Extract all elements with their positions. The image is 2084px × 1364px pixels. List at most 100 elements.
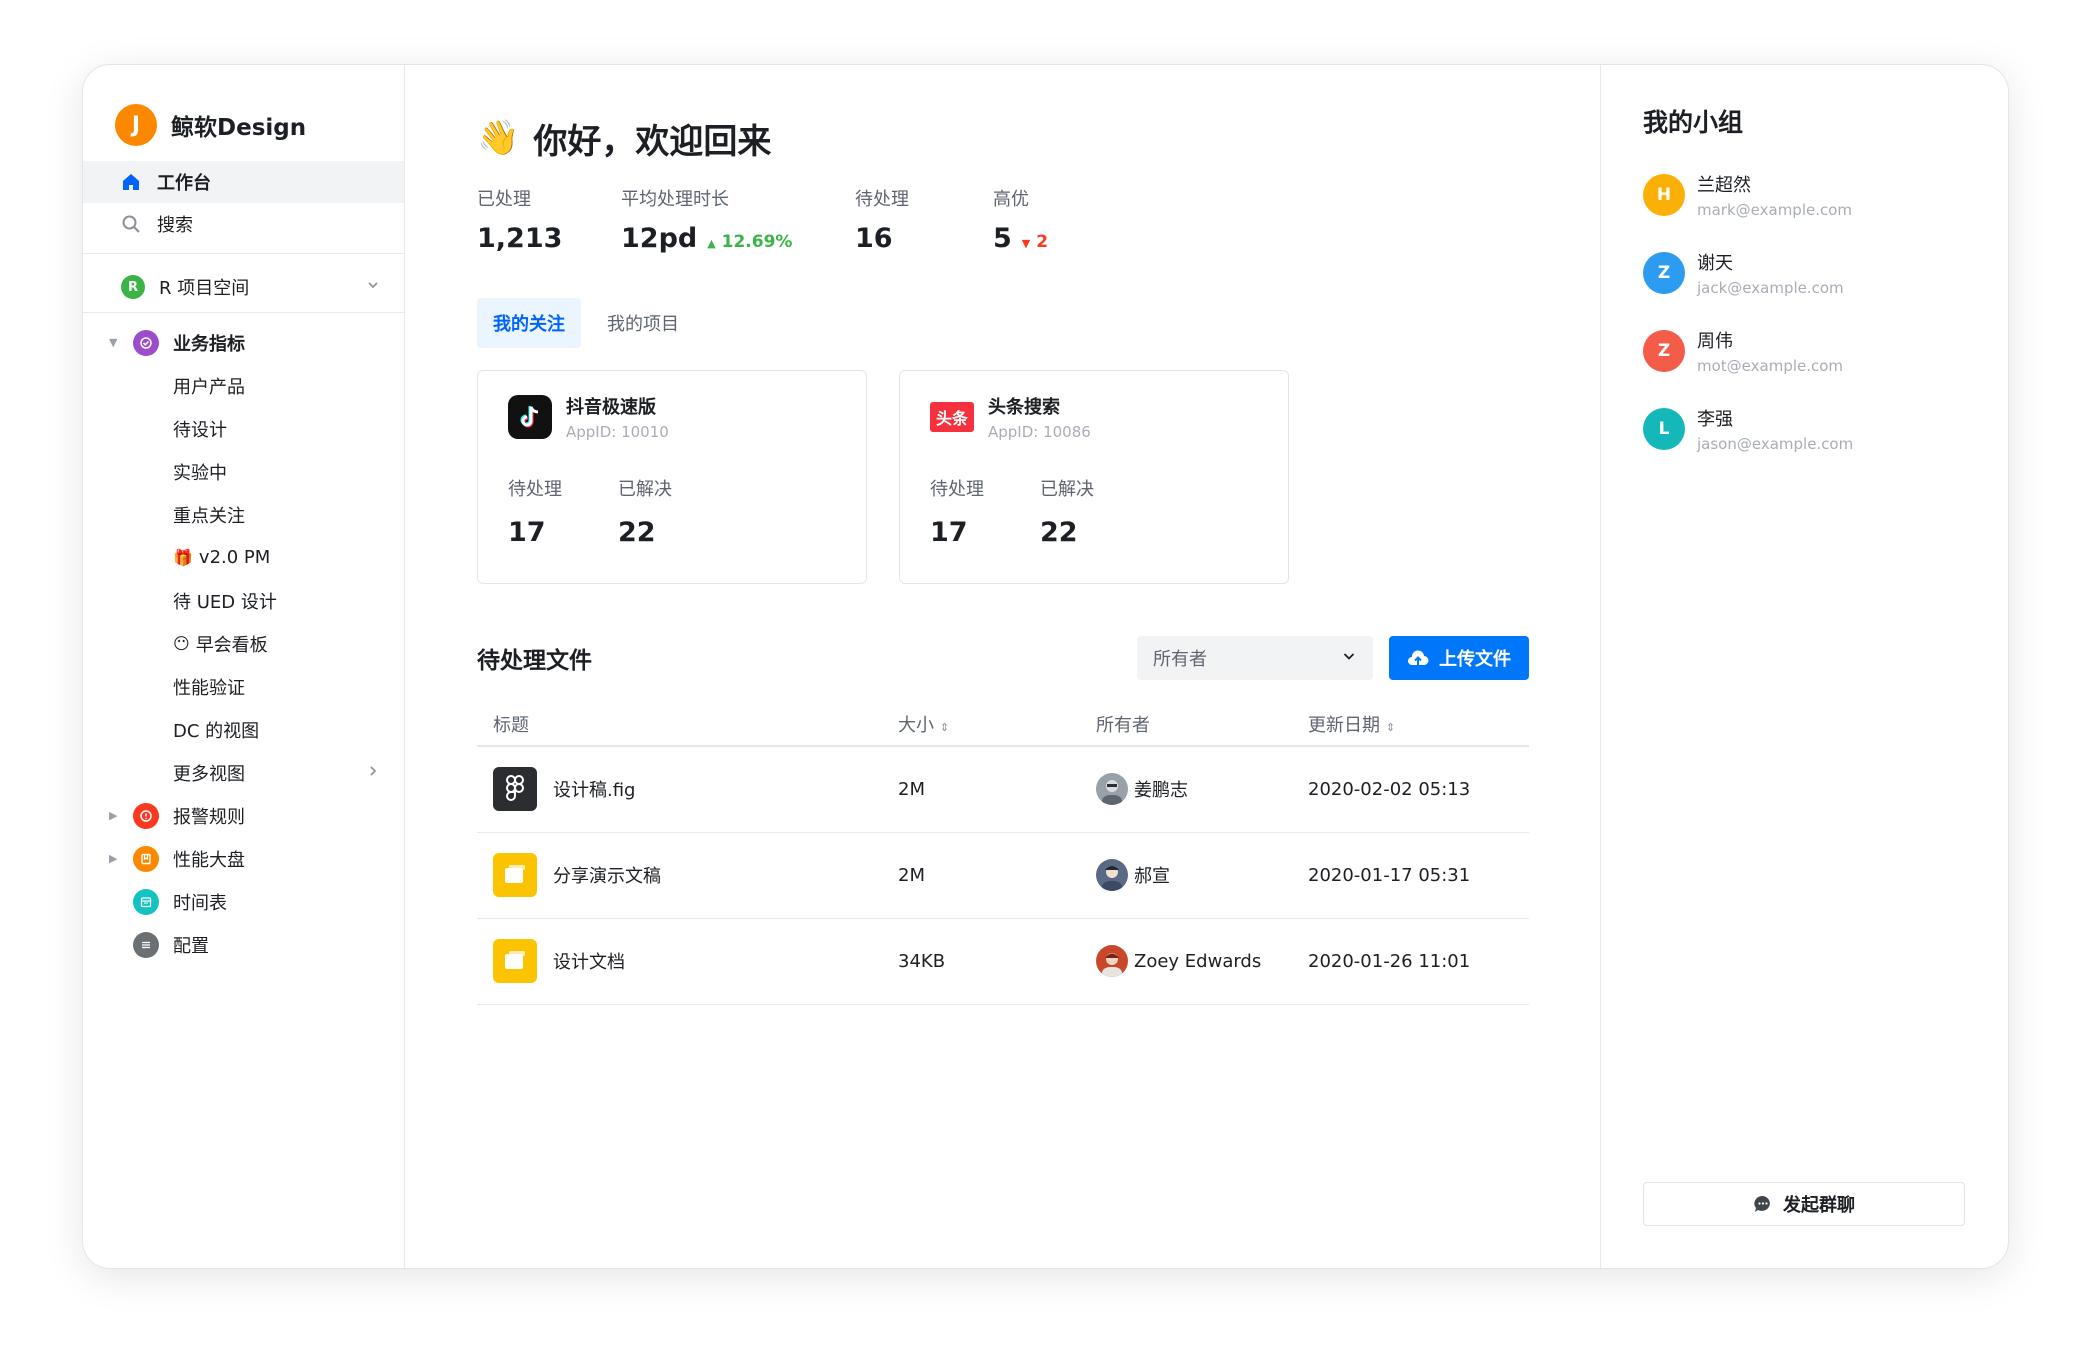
- sub-item-perf-verify[interactable]: 性能验证: [83, 665, 404, 708]
- figma-file-icon: [493, 767, 537, 812]
- avatar: Z: [1643, 330, 1685, 372]
- delta-value: 12.69%: [721, 232, 793, 252]
- stats-row: 已处理 1,213 平均处理时长 12pd ▲ 12.69% 待处理 16 高优…: [477, 185, 1600, 254]
- sub-item-dc-view[interactable]: DC 的视图: [83, 708, 404, 751]
- stat-value: 1,213: [477, 223, 621, 254]
- sub-item-label: 待 UED 设计: [173, 591, 277, 613]
- tab-my-projects[interactable]: 我的项目: [591, 298, 695, 348]
- stat-label: 已处理: [477, 189, 531, 210]
- files-title: 待处理文件: [477, 648, 592, 674]
- sub-item-label: DC 的视图: [173, 720, 260, 742]
- delta-value: 2: [1036, 232, 1049, 252]
- tree-item-dashboard[interactable]: ▶ 性能大盘: [83, 837, 404, 880]
- card-stat-label: 已解决: [1040, 479, 1094, 500]
- table-row[interactable]: 分享演示文稿 2M 郝宣 2020-01-17 05:31: [477, 832, 1529, 919]
- file-date: 2020-02-02 05:13: [1292, 746, 1529, 833]
- stat-label: 待处理: [855, 189, 909, 210]
- stat-pending: 待处理 16: [855, 185, 993, 254]
- tree-item-alerts[interactable]: ▶ 报警规则: [83, 794, 404, 837]
- sub-item-label: 实验中: [173, 462, 227, 484]
- caret-down-icon[interactable]: ▼: [109, 336, 117, 349]
- file-date: 2020-01-26 11:01: [1292, 918, 1529, 1005]
- stat-number: 1,213: [477, 223, 563, 254]
- tree-item-label: 时间表: [173, 892, 227, 914]
- column-header-date[interactable]: 更新日期 ⇕: [1292, 702, 1529, 747]
- sub-item-to-design[interactable]: 待设计: [83, 407, 404, 450]
- tree-item-metrics[interactable]: ▼ 业务指标: [83, 321, 404, 364]
- column-header-size[interactable]: 大小 ⇕: [882, 702, 1080, 747]
- sub-item-label: 用户产品: [173, 376, 245, 398]
- member-item[interactable]: Z 谢天 jack@example.com: [1643, 251, 2008, 297]
- table-row[interactable]: 设计文档 34KB Zoey Edwards 2020-01-26 11:01: [477, 918, 1529, 1005]
- owner-name: 姜鹏志: [1134, 780, 1188, 802]
- file-date: 2020-01-17 05:31: [1292, 832, 1529, 919]
- avatar: L: [1643, 408, 1685, 450]
- sub-item-user-products[interactable]: 用户产品: [83, 364, 404, 407]
- column-header-owner[interactable]: 所有者: [1080, 702, 1292, 747]
- sub-item-more-views[interactable]: 更多视图: [83, 751, 404, 794]
- brand[interactable]: J 鲸软Design: [83, 97, 404, 153]
- app-card-douyin[interactable]: 抖音极速版 AppID: 10010 待处理 17 已解决 22: [477, 370, 867, 584]
- stat-number: 12pd: [621, 223, 698, 254]
- start-group-chat-button[interactable]: 发起群聊: [1643, 1182, 1965, 1226]
- member-item[interactable]: H 兰超然 mark@example.com: [1643, 173, 2008, 219]
- toutiao-logo-icon: 头条: [930, 402, 974, 432]
- avatar: Z: [1643, 252, 1685, 294]
- card-stat-pending: 待处理 17: [930, 475, 984, 548]
- file-size: 34KB: [882, 918, 1080, 1005]
- tree-item-label: 报警规则: [173, 806, 245, 828]
- stat-value: 12pd ▲ 12.69%: [621, 223, 855, 254]
- nav-item-search[interactable]: 搜索: [83, 203, 404, 245]
- card-stat-value: 17: [508, 517, 546, 548]
- member-item[interactable]: L 李强 jason@example.com: [1643, 407, 2008, 453]
- nav-item-label: 搜索: [157, 215, 193, 236]
- stat-number: 5: [993, 223, 1012, 254]
- card-stat-resolved: 已解决 22: [1040, 475, 1094, 548]
- divider: [83, 253, 404, 254]
- tree-item-config[interactable]: 配置: [83, 923, 404, 966]
- member-name: 谢天: [1697, 253, 1733, 274]
- chevron-down-icon: [366, 278, 380, 296]
- tree-item-label: 配置: [173, 935, 209, 957]
- check-circle-icon: [133, 329, 159, 356]
- app-card-toutiao[interactable]: 头条 头条搜索 AppID: 10086 待处理 17 已解决 22: [899, 370, 1289, 584]
- member-email: mark@example.com: [1697, 201, 1853, 219]
- sort-icon[interactable]: ⇕: [940, 721, 949, 734]
- tree-item-label: 性能大盘: [173, 849, 245, 871]
- member-item[interactable]: Z 周伟 mot@example.com: [1643, 329, 2008, 375]
- nav-item-workbench[interactable]: 工作台: [83, 161, 404, 203]
- sub-item-standup-board[interactable]: 😶 早会看板: [83, 622, 404, 665]
- triangle-down-icon: ▼: [1021, 237, 1031, 250]
- bookmark-icon: [133, 845, 159, 872]
- sub-item-focus[interactable]: 重点关注: [83, 493, 404, 536]
- file-size: 2M: [882, 832, 1080, 919]
- caret-right-icon[interactable]: ▶: [109, 809, 117, 822]
- member-name: 李强: [1697, 409, 1733, 430]
- upload-file-button[interactable]: 上传文件: [1389, 636, 1529, 680]
- column-header-title[interactable]: 标题: [477, 702, 882, 747]
- owner-filter-select[interactable]: 所有者: [1137, 636, 1373, 680]
- table-row[interactable]: 设计稿.fig 2M 姜鹏志 2020-02-02 05:13: [477, 746, 1529, 833]
- space-avatar: R: [121, 275, 145, 299]
- stat-high-priority: 高优 5 ▼ 2: [993, 185, 1048, 254]
- sub-item-v2-pm[interactable]: 🎁 v2.0 PM: [83, 536, 404, 579]
- sub-item-experimenting[interactable]: 实验中: [83, 450, 404, 493]
- stat-number: 16: [855, 223, 893, 254]
- sort-icon[interactable]: ⇕: [1386, 721, 1395, 734]
- avatar: [1096, 773, 1128, 806]
- file-size: 2M: [882, 746, 1080, 833]
- space-label: R 项目空间: [159, 278, 250, 299]
- card-stat-value: 22: [1040, 517, 1078, 548]
- project-space-selector[interactable]: R R 项目空间: [83, 262, 404, 312]
- avatar: H: [1643, 174, 1685, 216]
- start-group-chat-label: 发起群聊: [1783, 1195, 1855, 1216]
- stat-avg-time: 平均处理时长 12pd ▲ 12.69%: [621, 185, 855, 254]
- tree-item-schedule[interactable]: 时间表: [83, 880, 404, 923]
- file-title: 分享演示文稿: [553, 866, 661, 887]
- caret-right-icon[interactable]: ▶: [109, 852, 117, 865]
- tab-following[interactable]: 我的关注: [477, 298, 581, 348]
- sub-item-ued-design[interactable]: 待 UED 设计: [83, 579, 404, 622]
- sub-item-label: 待设计: [173, 419, 227, 441]
- alert-icon: [133, 802, 159, 829]
- owner-name: Zoey Edwards: [1134, 950, 1262, 972]
